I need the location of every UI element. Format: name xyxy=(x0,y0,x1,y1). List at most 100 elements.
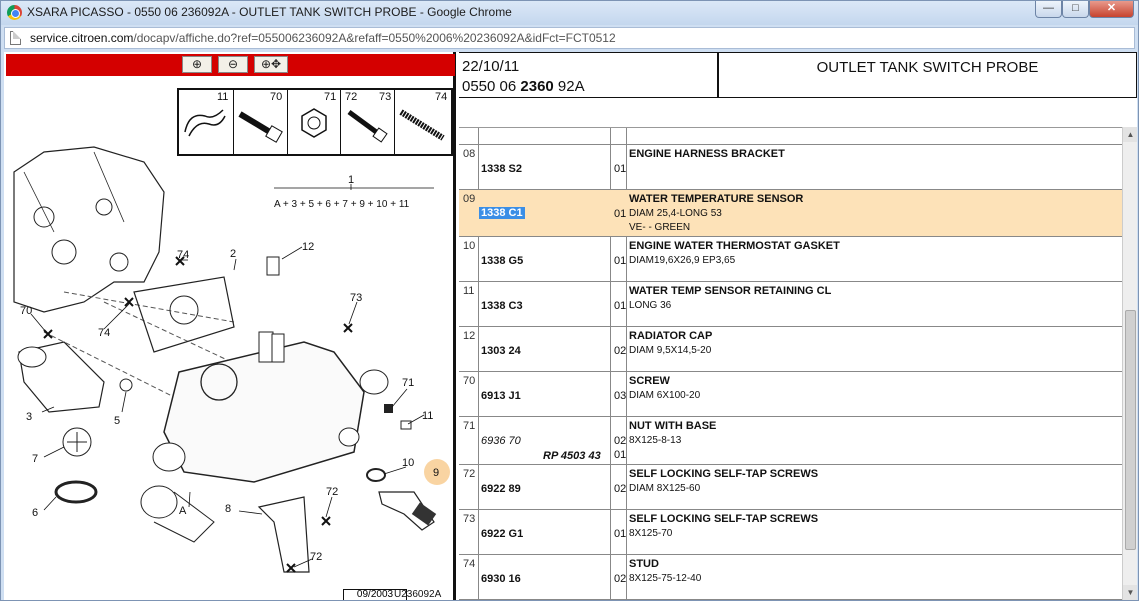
vertical-scrollbar[interactable]: ▲ ▼ xyxy=(1122,127,1137,600)
row-code[interactable]: 1338 S2 xyxy=(481,163,522,175)
scroll-thumb[interactable] xyxy=(1125,310,1136,550)
url-text[interactable]: service.citroen.com/docapv/affiche.do?re… xyxy=(30,31,616,45)
minimize-button[interactable]: — xyxy=(1035,1,1062,18)
row-qty: 02 xyxy=(614,483,627,495)
row-qty: 01 xyxy=(614,163,627,175)
page-content: ⊕ ⊖ ⊕✥ 11 70 71 72 73 74 1 A + 3 + 5 + 6… xyxy=(4,52,1137,600)
row-qty: 02 xyxy=(614,345,627,357)
row-name: SCREW xyxy=(629,375,670,387)
url-path: /docapv/affiche.do?ref=055006236092A&ref… xyxy=(133,31,616,45)
callout-3: 3 xyxy=(26,411,32,423)
callout-12: 12 xyxy=(302,241,314,253)
row-code[interactable]: 6922 89 xyxy=(481,483,521,495)
row-qty: 01 xyxy=(614,528,627,540)
row-code[interactable]: 6936 70 xyxy=(481,435,521,447)
callout-71: 71 xyxy=(402,377,414,389)
row-index: 74 xyxy=(463,558,476,570)
row-detail: 8X125-75-12-40 xyxy=(629,573,702,584)
callout-assembly: A + 3 + 5 + 6 + 7 + 9 + 10 + 11 xyxy=(274,199,410,210)
row-detail: 8X125-8-13 xyxy=(629,435,682,446)
callout-5: 5 xyxy=(114,415,120,427)
row-name: SELF LOCKING SELF-TAP SCREWS xyxy=(629,513,819,525)
row-replacement: RP 4503 43 xyxy=(543,450,601,462)
callout-6: 6 xyxy=(32,507,38,519)
close-button[interactable]: ✕ xyxy=(1089,1,1134,18)
callout-74: 74 xyxy=(177,249,189,261)
callout-72: 72 xyxy=(326,486,338,498)
row-detail: 8X125-70 xyxy=(629,528,673,539)
window-title: XSARA PICASSO - 0550 06 236092A - OUTLET… xyxy=(27,5,512,19)
scroll-down-icon[interactable]: ▼ xyxy=(1123,585,1137,600)
row-index: 73 xyxy=(463,513,476,525)
table-row[interactable]: 12 1303 24 02 RADIATOR CAP DIAM 9,5X14,5… xyxy=(459,327,1122,372)
callout-11: 11 xyxy=(422,410,433,422)
row-index: 10 xyxy=(463,240,476,252)
table-row[interactable]: 08 1338 S2 01 ENGINE HARNESS BRACKET xyxy=(459,145,1122,190)
row-qty: 02 xyxy=(614,435,627,447)
header-title-box: OUTLET TANK SWITCH PROBE xyxy=(718,52,1137,98)
row-code[interactable]: 1303 24 xyxy=(481,345,521,357)
table-row[interactable]: 70 6913 J1 03 SCREW DIAM 6X100-20 xyxy=(459,372,1122,417)
row-detail: LONG 36 xyxy=(629,300,672,311)
table-row[interactable]: 11 1338 C3 01 WATER TEMP SENSOR RETAININ… xyxy=(459,282,1122,327)
row-detail: DIAM 6X100-20 xyxy=(629,390,701,401)
table-header xyxy=(459,128,1122,145)
callout-10: 10 xyxy=(402,457,414,469)
parts-table: 08 1338 S2 01 ENGINE HARNESS BRACKET 09 … xyxy=(459,127,1122,600)
row-code[interactable]: 1338 C1 xyxy=(479,207,525,219)
row-detail: DIAM 8X125-60 xyxy=(629,483,701,494)
table-row[interactable]: 72 6922 89 02 SELF LOCKING SELF-TAP SCRE… xyxy=(459,465,1122,510)
row-code[interactable]: 6922 G1 xyxy=(481,528,523,540)
row-qty: 01 xyxy=(614,208,627,220)
row-code[interactable]: 6930 16 xyxy=(481,573,521,585)
address-bar[interactable]: service.citroen.com/docapv/affiche.do?re… xyxy=(4,27,1135,49)
row-detail: DIAM19,6X26,9 EP3,65 xyxy=(629,255,736,266)
row-index: 71 xyxy=(463,420,476,432)
row-name: WATER TEMP SENSOR RETAINING CL xyxy=(629,285,832,297)
table-row[interactable]: 71 6936 70 RP 4503 43 02 01 NUT WITH BAS… xyxy=(459,417,1122,465)
row-name: ENGINE HARNESS BRACKET xyxy=(629,148,785,160)
table-row-selected[interactable]: 09 1338 C1 01 WATER TEMPERATURE SENSOR D… xyxy=(459,190,1122,237)
diagram-pane: ⊕ ⊖ ⊕✥ 11 70 71 72 73 74 1 A + 3 + 5 + 6… xyxy=(4,52,456,600)
ref-suffix: 92A xyxy=(553,78,585,95)
row-detail: DIAM 25,4-LONG 53 xyxy=(629,208,722,219)
row-detail: DIAM 9,5X14,5-20 xyxy=(629,345,712,356)
title-bar: XSARA PICASSO - 0550 06 236092A - OUTLET… xyxy=(1,1,1138,25)
row-code[interactable]: 1338 C3 xyxy=(481,300,523,312)
callout-70: 70 xyxy=(20,305,32,317)
row-name: ENGINE WATER THERMOSTAT GASKET xyxy=(629,240,840,252)
callout-7: 7 xyxy=(32,453,38,465)
exploded-diagram: 1 A + 3 + 5 + 6 + 7 + 9 + 10 + 11 74 2 1… xyxy=(13,146,450,573)
row-qty: 01 xyxy=(614,255,627,267)
ref-bold: 2360 xyxy=(520,78,554,95)
row-index: 12 xyxy=(463,330,476,342)
table-row[interactable]: 74 6930 16 02 STUD 8X125-75-12-40 xyxy=(459,555,1122,600)
callout-8: 8 xyxy=(225,503,231,515)
callout-1: 1 xyxy=(348,174,354,186)
row-index: 09 xyxy=(463,193,476,205)
header-reference: 0550 06 2360 92A xyxy=(462,78,585,95)
maximize-button[interactable]: □ xyxy=(1062,1,1089,18)
chrome-logo-icon xyxy=(7,5,22,20)
table-row[interactable]: 73 6922 G1 01 SELF LOCKING SELF-TAP SCRE… xyxy=(459,510,1122,555)
callout-9: 9 xyxy=(433,467,439,479)
callout-A: A xyxy=(179,505,187,517)
row-name: SELF LOCKING SELF-TAP SCREWS xyxy=(629,468,819,480)
diagram-ref: U236092A xyxy=(394,589,442,600)
row-name: NUT WITH BASE xyxy=(629,420,717,432)
callout-2: 2 xyxy=(230,248,236,260)
row-index: 08 xyxy=(463,148,476,160)
row-qty-2: 01 xyxy=(614,449,627,461)
table-row[interactable]: 10 1338 G5 01 ENGINE WATER THERMOSTAT GA… xyxy=(459,237,1122,282)
row-name: WATER TEMPERATURE SENSOR xyxy=(629,193,804,205)
url-domain: service.citroen.com xyxy=(30,31,134,45)
row-code[interactable]: 6913 J1 xyxy=(481,390,521,402)
row-detail: VE- - GREEN xyxy=(629,222,691,233)
row-index: 70 xyxy=(463,375,476,387)
browser-window: XSARA PICASSO - 0550 06 236092A - OUTLET… xyxy=(0,0,1139,601)
row-index: 72 xyxy=(463,468,476,480)
scroll-up-icon[interactable]: ▲ xyxy=(1123,127,1137,142)
callout-73: 73 xyxy=(350,292,362,304)
row-code[interactable]: 1338 G5 xyxy=(481,255,523,267)
page-icon xyxy=(10,31,21,45)
